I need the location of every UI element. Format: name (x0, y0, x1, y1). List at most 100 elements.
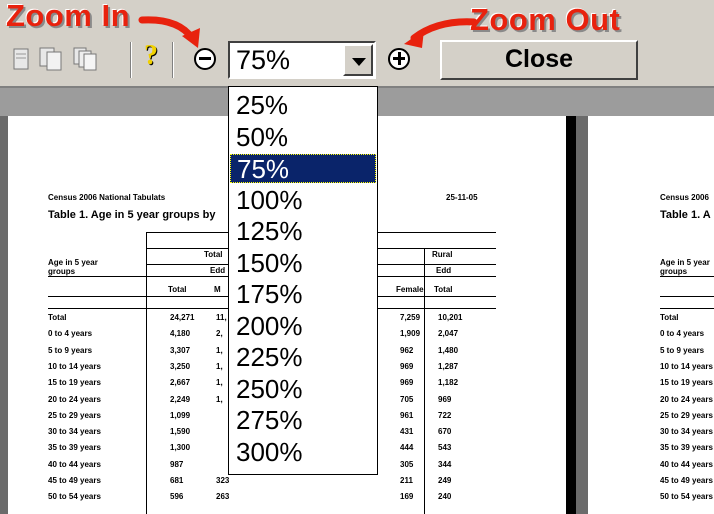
cell-value: 2,667 (170, 378, 191, 388)
zoom-option[interactable]: 75% (230, 154, 376, 184)
zoom-option[interactable]: 175% (230, 280, 376, 309)
row-label: 45 to 49 years (48, 476, 101, 485)
row-label: Total (660, 313, 679, 322)
cell-value: 11, (216, 313, 227, 322)
header-sub: Edd (436, 266, 452, 275)
cell-value: 263 (216, 492, 230, 502)
zoom-dropdown-list[interactable]: 25% 50% 75% 100% 125% 150% 175% 200% 225% 250% 275… (228, 86, 378, 475)
row-header-2-p2: groups (660, 267, 688, 276)
cell-value: 4,180 (170, 329, 191, 339)
cell-value: 169 (400, 492, 414, 502)
cell-value: 1,480 (438, 345, 459, 355)
cell-value: 670 (438, 427, 452, 437)
cell-value: 961 (400, 410, 414, 420)
row-label: 30 to 34 years (48, 427, 101, 437)
zoom-option[interactable]: 225% (230, 343, 376, 372)
page-shadow (566, 116, 576, 514)
row-label: Total (48, 313, 67, 322)
zoom-option[interactable]: 275% (230, 406, 376, 435)
cell-value: 3,250 (170, 361, 191, 371)
row-label: 45 to 49 years (660, 476, 713, 485)
zoom-in-arrow-icon (138, 16, 200, 48)
header-rural: Rural (432, 250, 453, 259)
cell-value: 722 (438, 410, 452, 420)
table-title: Table 1. Age in 5 year groups by (48, 209, 216, 221)
cell-value: 305 (400, 459, 414, 469)
report-title: Census 2006 National Tabulats (48, 193, 166, 202)
row-label: 40 to 44 years (660, 459, 713, 469)
row-label: 30 to 34 years (660, 427, 713, 437)
row-label: 50 to 54 years (660, 492, 713, 502)
row-label: 5 to 9 years (660, 345, 705, 355)
table-title-2: Table 1. A (660, 209, 711, 221)
cell-value: 1,590 (170, 427, 191, 437)
cell-value: 7,259 (400, 313, 421, 322)
single-page-icon[interactable] (8, 46, 34, 72)
cell-value: 962 (400, 345, 414, 355)
row-label: 10 to 14 years (48, 361, 101, 371)
zoom-option[interactable]: 100% (230, 185, 376, 215)
cell-value: 1,300 (170, 443, 191, 453)
row-label: 15 to 19 years (48, 378, 101, 388)
cell-value: 2,047 (438, 329, 459, 339)
cell-value: 10,201 (438, 313, 463, 322)
col-female: Female (396, 285, 424, 294)
row-label: 20 to 24 years (660, 394, 713, 404)
cell-value: 2, (216, 329, 223, 339)
row-label: 35 to 39 years (48, 443, 101, 453)
cell-value: 344 (438, 459, 452, 469)
zoom-option[interactable]: 200% (230, 311, 376, 341)
cell-value: 323 (216, 476, 230, 485)
row-label: 25 to 29 years (660, 410, 713, 420)
col-m: M (214, 285, 221, 294)
cell-value: 1, (216, 345, 223, 355)
cell-value: 705 (400, 394, 414, 404)
row-label: 25 to 29 years (48, 410, 101, 420)
zoom-option[interactable]: 250% (230, 374, 376, 404)
zoom-option[interactable]: 150% (230, 248, 376, 278)
report-date: 25-11-05 (446, 193, 478, 202)
cell-value: 249 (438, 476, 452, 485)
zoom-option[interactable]: 125% (230, 217, 376, 246)
row-label: 40 to 44 years (48, 459, 101, 469)
two-page-icon[interactable] (38, 46, 64, 72)
cell-value: 1,099 (170, 410, 191, 420)
cell-value: 1,909 (400, 329, 421, 339)
cell-value: 969 (400, 361, 414, 371)
row-label: 50 to 54 years (48, 492, 101, 502)
cell-value: 444 (400, 443, 414, 453)
cell-value: 431 (400, 427, 414, 437)
row-label: 10 to 14 years (660, 361, 713, 371)
zoom-option[interactable]: 25% (230, 91, 376, 120)
cell-value: 969 (438, 394, 452, 404)
zoom-in-callout: Zoom In (6, 0, 131, 33)
dropdown-arrow-icon[interactable] (343, 44, 373, 76)
row-header: Age in 5 year (48, 258, 98, 267)
cell-value: 2,249 (170, 394, 191, 404)
row-label: 0 to 4 years (660, 329, 705, 339)
row-header-p2: Age in 5 year (660, 258, 710, 267)
cell-value: 240 (438, 492, 452, 502)
cell-value: 1, (216, 378, 223, 388)
zoom-select[interactable]: 75% (228, 41, 376, 79)
zoom-option[interactable]: 300% (230, 437, 376, 467)
zoom-out-arrow-icon (404, 18, 478, 48)
header-total: Total (204, 250, 223, 259)
row-label: 15 to 19 years (660, 378, 713, 388)
cell-value: 596 (170, 492, 184, 502)
report-page-2: Census 2006 Table 1. A Age in 5 year gro… (588, 116, 714, 514)
row-label: 35 to 39 years (660, 443, 713, 453)
cell-value: 211 (400, 476, 413, 485)
multi-page-icon[interactable] (72, 46, 98, 72)
cell-value: 543 (438, 443, 452, 453)
toolbar-separator (130, 42, 132, 78)
zoom-select-value: 75% (236, 45, 291, 75)
row-label: 20 to 24 years (48, 394, 101, 404)
cell-value: 1,287 (438, 361, 459, 371)
row-label: 0 to 4 years (48, 329, 93, 339)
zoom-option[interactable]: 50% (230, 122, 376, 152)
cell-value: 987 (170, 459, 184, 469)
col-total-rural: Total (434, 285, 453, 294)
zoom-out-callout: Zoom Out (470, 2, 621, 37)
cell-value: 1, (216, 361, 223, 371)
